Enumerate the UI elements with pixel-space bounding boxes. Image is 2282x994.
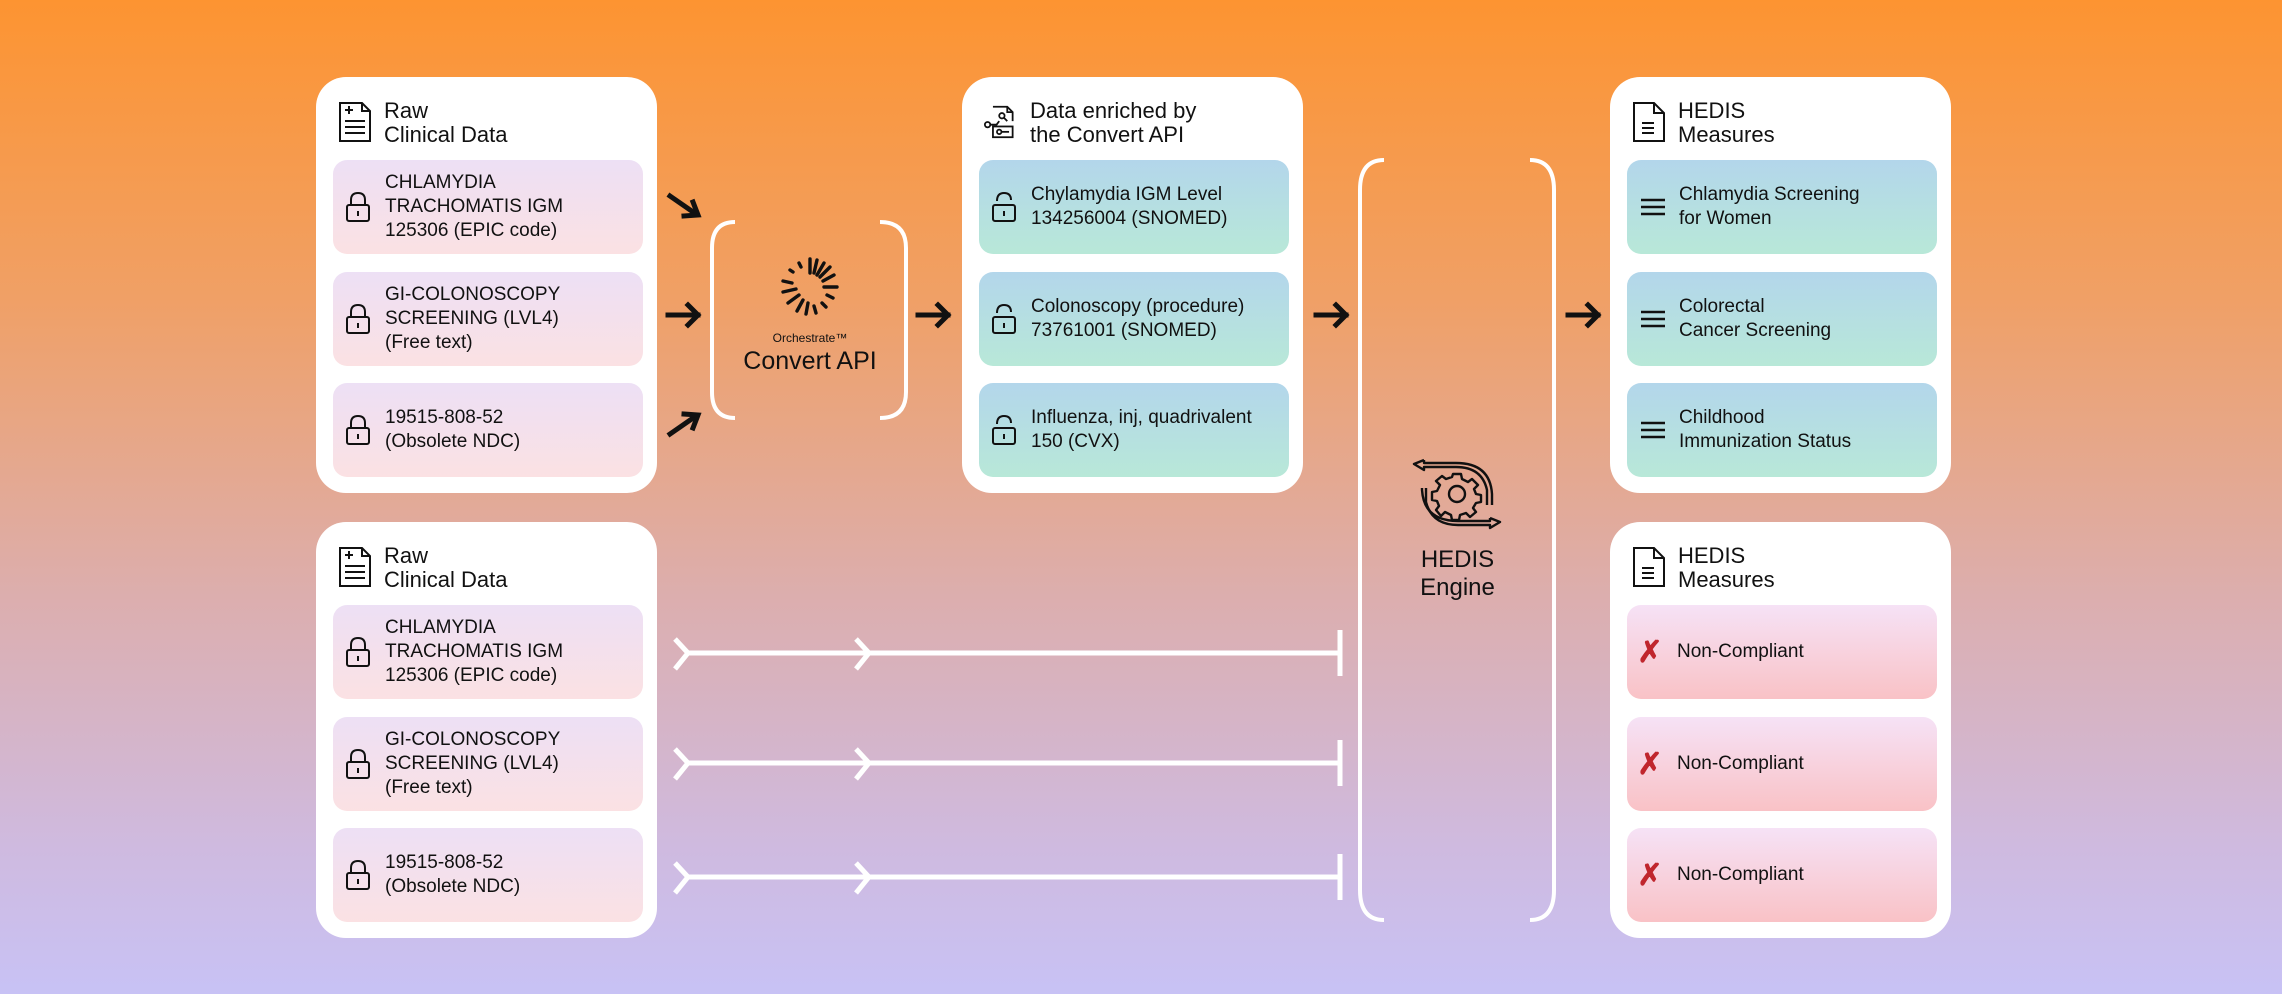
raw-data-item: CHLAMYDIA TRACHOMATIS IGM 125306 (EPIC c… (333, 160, 643, 254)
raw-data-item: CHLAMYDIA TRACHOMATIS IGM 125306 (EPIC c… (333, 605, 643, 699)
hedis-measures-panel: HEDIS Measures Chlamydia Screening for W… (1610, 77, 1951, 493)
document-icon (1633, 102, 1665, 142)
raw-data-item: 19515-808-52 (Obsolete NDC) (333, 383, 643, 477)
enriched-data-item: Influenza, inj, quadrivalent 150 (CVX) (979, 383, 1289, 477)
lock-closed-icon (346, 636, 370, 667)
hedis-measure-item: Childhood Immunization Status (1627, 383, 1937, 477)
blocked-line (673, 630, 1343, 676)
document-plus-icon (339, 547, 371, 587)
panel-title: Raw Clinical Data (384, 98, 508, 147)
arrow-right-icon (915, 301, 952, 329)
enriched-data-panel: Data enriched by the Convert API Chylamy… (962, 77, 1303, 493)
lock-open-icon (992, 303, 1016, 334)
lock-closed-icon (346, 191, 370, 222)
blocked-line (673, 854, 1343, 900)
arrow-right-icon (1565, 301, 1602, 329)
menu-lines-icon (1641, 198, 1665, 216)
x-mark-icon: ✗ (1637, 747, 1663, 781)
document-plus-icon (339, 102, 371, 142)
enriched-data-item: Colonoscopy (procedure) 73761001 (SNOMED… (979, 272, 1289, 366)
lock-closed-icon (346, 303, 370, 334)
raw-data-item: GI-COLONOSCOPY SCREENING (LVL4) (Free te… (333, 717, 643, 811)
hedis-engine-label: HEDIS Engine (1420, 546, 1495, 601)
panel-title: HEDIS Measures (1678, 543, 1775, 592)
panel-title: Raw Clinical Data (384, 543, 508, 592)
hedis-measure-item: Chlamydia Screening for Women (1627, 160, 1937, 254)
arrow-right-icon (665, 301, 702, 329)
non-compliant-item: ✗ Non-Compliant (1627, 717, 1937, 811)
menu-lines-icon (1641, 421, 1665, 439)
lock-open-icon (992, 191, 1016, 222)
lock-closed-icon (346, 414, 370, 445)
lock-closed-icon (346, 748, 370, 779)
document-network-icon (984, 105, 1014, 139)
raw-clinical-data-panel: Raw Clinical Data CHLAMYDIA TRACHOMATIS … (316, 77, 657, 493)
engine-bracket-left (1358, 158, 1385, 922)
lock-closed-icon (346, 859, 370, 890)
arrow-diagonal-up-icon (666, 411, 702, 438)
gear-cycle-icon (1412, 458, 1502, 530)
arrow-diagonal-down-icon (666, 192, 702, 219)
lock-open-icon (992, 414, 1016, 445)
x-mark-icon: ✗ (1637, 635, 1663, 669)
convert-api-name: Convert API (743, 347, 877, 375)
panel-title: HEDIS Measures (1678, 98, 1775, 147)
convert-api-brand: Orchestrate™ (772, 331, 848, 345)
panel-title: Data enriched by the Convert API (1030, 98, 1197, 147)
hedis-measures-panel: HEDIS Measures ✗ Non-Compliant ✗ Non-Com… (1610, 522, 1951, 938)
raw-data-item: 19515-808-52 (Obsolete NDC) (333, 828, 643, 922)
convert-api-node: Orchestrate™ Convert API (720, 255, 900, 385)
raw-clinical-data-panel: Raw Clinical Data CHLAMYDIA TRACHOMATIS … (316, 522, 657, 938)
hedis-engine-node: HEDIS Engine (1400, 450, 1515, 610)
engine-bracket-right (1529, 158, 1556, 922)
orchestrate-logo-icon (781, 257, 839, 316)
enriched-data-item: Chylamydia IGM Level 134256004 (SNOMED) (979, 160, 1289, 254)
non-compliant-item: ✗ Non-Compliant (1627, 605, 1937, 699)
blocked-line (673, 740, 1343, 786)
non-compliant-item: ✗ Non-Compliant (1627, 828, 1937, 922)
document-icon (1633, 547, 1665, 587)
raw-data-item: GI-COLONOSCOPY SCREENING (LVL4) (Free te… (333, 272, 643, 366)
x-mark-icon: ✗ (1637, 858, 1663, 892)
hedis-measure-item: Colorectal Cancer Screening (1627, 272, 1937, 366)
menu-lines-icon (1641, 310, 1665, 328)
arrow-right-icon (1313, 301, 1350, 329)
